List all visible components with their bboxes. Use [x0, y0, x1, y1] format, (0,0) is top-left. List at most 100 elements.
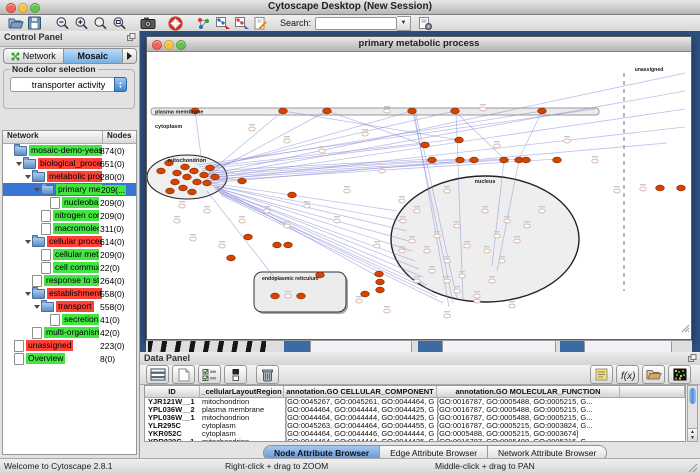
network-node[interactable] [356, 299, 362, 303]
tree-row[interactable]: response to stimulu264(0) [3, 274, 136, 287]
zoom-fit-button[interactable] [91, 16, 110, 31]
network-node[interactable] [514, 239, 520, 243]
scrollbar-thumb[interactable] [689, 388, 696, 404]
gene-node[interactable] [244, 234, 253, 240]
formula-button[interactable]: f(x) [616, 365, 639, 384]
network-node[interactable] [464, 244, 470, 248]
network-node[interactable] [614, 189, 620, 193]
network-window-titlebar[interactable]: primary metabolic process [147, 37, 691, 52]
tree-col-network[interactable]: Network [3, 131, 103, 143]
tree-col-nodes[interactable]: Nodes [103, 131, 136, 143]
search-dropdown-button[interactable]: ▼ [397, 16, 411, 31]
network-edge[interactable] [197, 109, 595, 165]
network-edge[interactable] [215, 187, 412, 251]
gene-node[interactable] [470, 157, 479, 163]
network-edge[interactable] [211, 185, 402, 221]
gene-node[interactable] [361, 291, 370, 297]
network-node[interactable] [539, 209, 545, 213]
tree-row[interactable]: nitrogen compo209(0) [3, 209, 136, 222]
table-column-header[interactable]: ID [145, 386, 200, 397]
attribute-mode-button[interactable] [224, 365, 247, 384]
network-edge[interactable] [205, 111, 283, 176]
network-node[interactable] [454, 289, 460, 293]
help-button[interactable] [166, 16, 185, 31]
network-node[interactable] [374, 244, 380, 248]
network-node[interactable] [484, 249, 490, 253]
network-node[interactable] [444, 279, 450, 283]
network-node[interactable] [640, 187, 646, 191]
network-node[interactable] [399, 249, 405, 253]
network-node[interactable] [489, 279, 495, 283]
gene-node[interactable] [279, 108, 288, 114]
gene-node[interactable] [227, 255, 236, 261]
table-row[interactable]: YJR121W__1mitochondrion[GO:0045267, GO:0… [145, 398, 685, 406]
gene-node[interactable] [200, 172, 209, 178]
network-node[interactable] [319, 149, 325, 153]
node-color-dropdown[interactable]: transporter activity ▲▼ [10, 77, 127, 92]
tree-row[interactable]: cellular metabol209(0) [3, 248, 136, 261]
gene-node[interactable] [284, 242, 293, 248]
network-snapshot-button[interactable] [138, 16, 157, 31]
gene-node[interactable] [297, 293, 306, 299]
network-node[interactable] [444, 259, 450, 263]
tree-row[interactable]: transport558(0) [3, 300, 136, 313]
gene-node[interactable] [408, 108, 417, 114]
notes-button[interactable] [590, 365, 613, 384]
network-node[interactable] [190, 237, 196, 241]
new-attribute-button[interactable] [172, 365, 195, 384]
tree-row[interactable]: multi-organism pro42(0) [3, 326, 136, 339]
search-index-button[interactable] [416, 16, 435, 31]
network-node[interactable] [524, 224, 530, 228]
table-column-header[interactable]: _cellularLayoutRegion [200, 386, 284, 397]
expander-triangle-icon[interactable] [34, 305, 40, 309]
network-node[interactable] [424, 249, 430, 253]
tree-row[interactable]: secretion41(0) [3, 313, 136, 326]
tab-mosaic[interactable]: Mosaic [64, 48, 124, 64]
gene-node[interactable] [376, 287, 385, 293]
network-node[interactable] [414, 209, 420, 213]
gene-node[interactable] [451, 108, 460, 114]
tree-row[interactable]: establishment of lo558(0) [3, 287, 136, 300]
network-view-window[interactable]: primary metabolic process plasma membran… [146, 36, 692, 340]
gene-node[interactable] [238, 178, 247, 184]
gene-node[interactable] [421, 142, 430, 148]
network-node[interactable] [384, 109, 390, 113]
gene-node[interactable] [323, 108, 332, 114]
tree-row[interactable]: cellular process614(0) [3, 235, 136, 248]
network-node[interactable] [434, 234, 440, 238]
table-scrollbar[interactable]: ▲▼ [687, 385, 698, 442]
import-attributes-button[interactable] [642, 365, 665, 384]
zoom-selected-region-button[interactable] [110, 16, 129, 31]
gene-node[interactable] [273, 242, 282, 248]
network-node[interactable] [219, 244, 225, 248]
tree-row[interactable]: nucleobase-209(0) [3, 196, 136, 209]
expander-triangle-icon[interactable] [25, 292, 31, 296]
tree-row[interactable]: biological_process651(0) [3, 157, 136, 170]
edit-network-edges-button[interactable] [232, 16, 251, 31]
expander-triangle-icon[interactable] [16, 162, 22, 166]
gene-node[interactable] [553, 157, 562, 163]
network-node[interactable] [509, 304, 515, 308]
gene-node[interactable] [171, 179, 180, 185]
network-node[interactable] [459, 274, 465, 278]
scrollbar-arrows[interactable]: ▲▼ [688, 428, 697, 441]
gene-node[interactable] [538, 108, 547, 114]
network-node[interactable] [362, 132, 368, 136]
gene-node[interactable] [271, 293, 280, 299]
table-row[interactable]: YDR039C__1mitochondrion[GO:0044464, GO:0… [145, 438, 685, 442]
detach-panel-icon[interactable] [688, 354, 697, 364]
network-node[interactable] [499, 259, 505, 263]
table-row[interactable]: YPL036W__1mitochondrion[GO:0044464, GO:0… [145, 414, 685, 422]
network-node[interactable] [444, 189, 450, 193]
network-node[interactable] [480, 107, 486, 111]
tree-row[interactable]: cell communicat22(0) [3, 261, 136, 274]
gene-node[interactable] [500, 157, 509, 163]
expander-triangle-icon[interactable] [25, 175, 31, 179]
gene-node[interactable] [677, 185, 686, 191]
gene-node[interactable] [166, 188, 175, 194]
edit-network-nodes-button[interactable] [213, 16, 232, 31]
gene-node[interactable] [211, 174, 220, 180]
table-row[interactable]: YPL036W__2plasma membrane[GO:0044464, GO… [145, 406, 685, 414]
delete-attribute-button[interactable] [256, 365, 279, 384]
network-node[interactable] [592, 159, 598, 163]
